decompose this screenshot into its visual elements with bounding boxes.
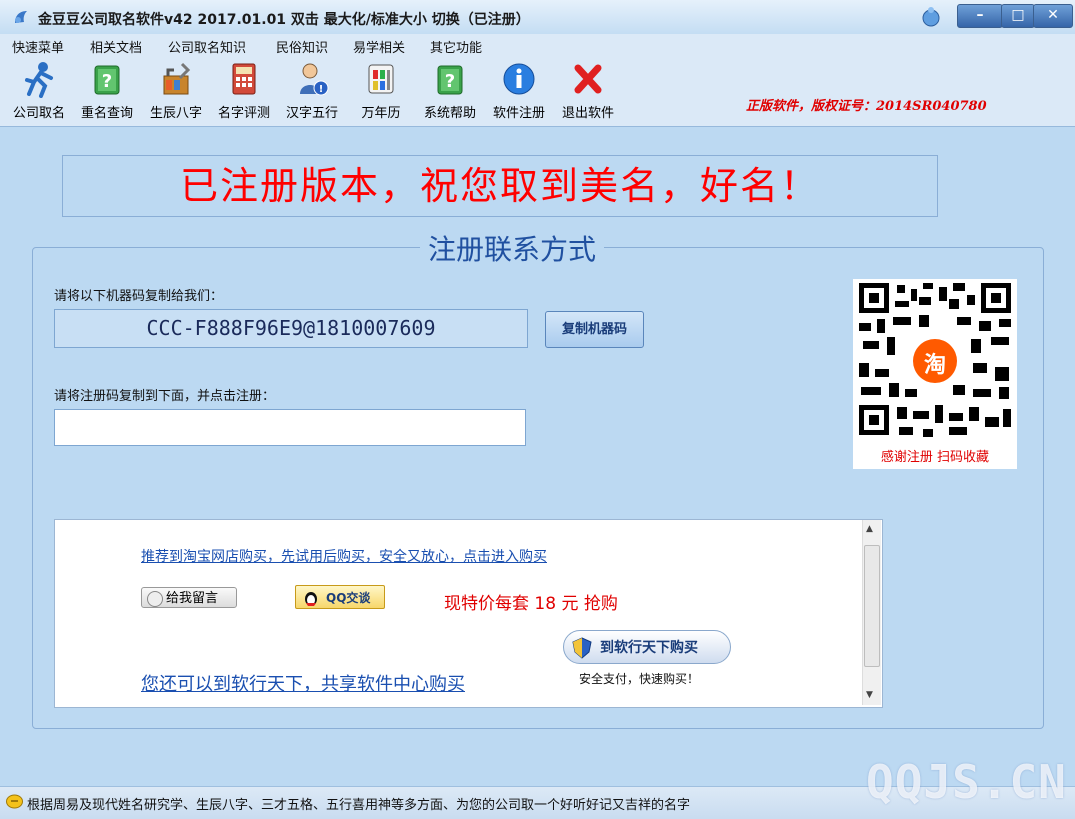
buy-rjtx-button[interactable]: 到软行天下购买 (563, 630, 731, 664)
menu-docs[interactable]: 相关文档 (90, 37, 142, 56)
menu-naming-knowledge[interactable]: 公司取名知识 (168, 37, 246, 56)
close-button[interactable]: ✕ (1033, 4, 1073, 28)
scroll-down-icon[interactable]: ▼ (866, 690, 873, 700)
qr-center-logo: 淘 (923, 353, 946, 378)
rjtx-link[interactable]: 您还可以到软行天下，共享软件中心购买 (141, 670, 525, 696)
machine-code-field[interactable]: CCC-F888F96E9@1810007609 (54, 309, 528, 348)
tool-label: 万年历 (361, 106, 401, 121)
tool-label: 系统帮助 (423, 106, 476, 121)
tool-bazi[interactable]: 生辰八字 (142, 60, 210, 124)
tool-label: 汉字五行 (285, 106, 338, 121)
tool-label: 重名查询 (80, 106, 133, 121)
info-icon (503, 63, 535, 95)
register-group-title: 注册联系方式 (420, 228, 605, 268)
qr-caption: 感谢注册 扫码收藏 (880, 450, 990, 465)
tool-name-evaluation[interactable]: 名字评测 (210, 60, 278, 124)
tool-label: 名字评测 (217, 106, 270, 121)
status-bulb-icon (6, 793, 23, 810)
menu-other[interactable]: 其它功能 (430, 37, 482, 56)
tool-exit[interactable]: 退出软件 (554, 60, 622, 124)
svg-text:!: ! (319, 84, 324, 95)
tool-company-naming[interactable]: 公司取名 (5, 60, 73, 124)
calendar-icon (368, 64, 394, 94)
taobao-link[interactable]: 推荐到淘宝网店购买，先试用后购买，安全又放心，点击进入购买 (141, 546, 547, 566)
help-book-icon: ? (437, 65, 463, 95)
tool-duplicate-search[interactable]: ? 重名查询 (73, 60, 141, 124)
tool-label: 生辰八字 (149, 106, 202, 121)
qq-chat-label: QQ交谈 (326, 591, 371, 605)
leave-message-button[interactable]: 给我留言 (141, 587, 237, 608)
help-orb-icon[interactable] (921, 6, 941, 28)
tool-label: 公司取名 (12, 106, 65, 121)
tool-hanzi-wuxing[interactable]: ! 汉字五行 (278, 60, 346, 124)
menu-bar (0, 34, 1075, 56)
shield-icon (572, 637, 592, 672)
price-text: 现特价每套 18 元 抢购 (444, 594, 618, 614)
menu-folklore[interactable]: 民俗知识 (276, 37, 328, 56)
scroll-thumb[interactable] (864, 545, 880, 667)
menu-yixue[interactable]: 易学相关 (353, 37, 405, 56)
reg-code-label: 请将注册码复制到下面，并点击注册： (54, 389, 276, 404)
qq-penguin-icon (302, 589, 320, 615)
registered-banner: 已注册版本，祝您取到美名，好名！ (62, 155, 938, 217)
tool-register[interactable]: 软件注册 (485, 60, 553, 124)
copyright-notice: 正版软件，版权证号：2014SR040780 (746, 99, 987, 114)
qr-code-panel: 淘 (853, 279, 1017, 469)
tools-icon (163, 62, 191, 95)
user-info-icon: ! (300, 63, 329, 96)
qq-chat-button[interactable]: QQ交谈 (295, 585, 385, 609)
machine-code-label: 请将以下机器码复制给我们： (54, 289, 224, 304)
scroll-up-icon[interactable]: ▲ (866, 524, 873, 534)
tool-calendar[interactable]: 万年历 (347, 60, 415, 124)
minimize-button[interactable]: – (957, 4, 1003, 28)
tool-label: 退出软件 (561, 106, 614, 121)
app-logo-icon (12, 8, 30, 26)
message-icon (147, 591, 163, 607)
tool-label: 软件注册 (492, 106, 545, 121)
reg-code-input[interactable] (54, 409, 526, 446)
calculator-icon (232, 63, 256, 95)
buy-rjtx-label: 到软行天下购买 (600, 640, 698, 656)
svg-text:?: ? (102, 71, 112, 92)
menu-quick[interactable]: 快速菜单 (12, 37, 64, 56)
copy-machine-code-button[interactable]: 复制机器码 (545, 311, 644, 348)
window-title: 金豆豆公司取名软件v42 2017.01.01 双击 最大化/标准大小 切换（已… (38, 12, 530, 28)
green-book-icon: ? (94, 65, 120, 95)
svg-text:?: ? (445, 71, 455, 92)
red-x-icon (574, 64, 602, 94)
tool-system-help[interactable]: ? 系统帮助 (416, 60, 484, 124)
status-text: 根据周易及现代姓名研究学、生辰八字、三才五格、五行喜用神等多方面、为您的公司取一… (27, 798, 691, 813)
watermark: QQJS.CN (866, 755, 1067, 809)
secure-payment-text: 安全支付，快速购买！ (579, 672, 700, 686)
runner-icon (25, 62, 53, 98)
leave-message-label: 给我留言 (166, 591, 219, 606)
maximize-button[interactable]: □ (1001, 4, 1035, 28)
